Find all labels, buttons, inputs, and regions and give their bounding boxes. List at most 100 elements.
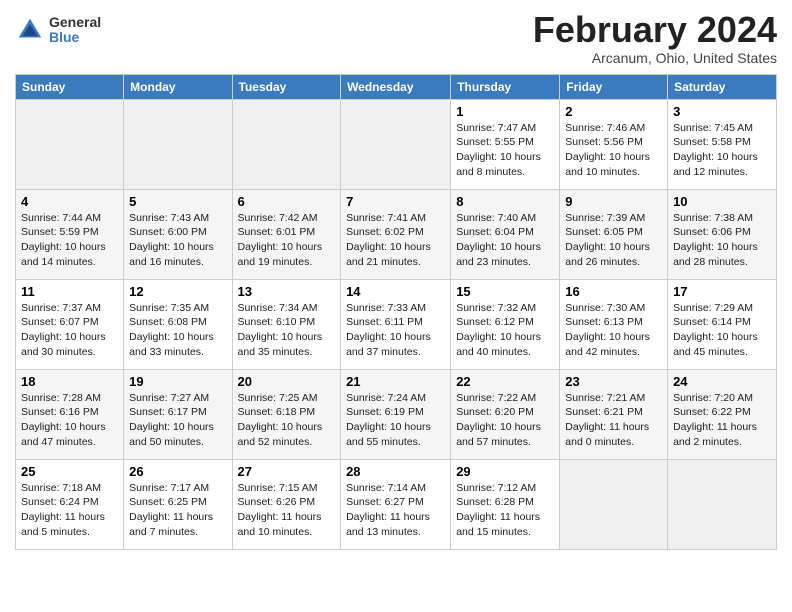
column-header-sunday: Sunday (16, 74, 124, 99)
day-number: 24 (673, 374, 771, 389)
calendar-cell: 1 Sunrise: 7:47 AMSunset: 5:55 PMDaylight… (451, 99, 560, 189)
column-header-saturday: Saturday (668, 74, 777, 99)
day-number: 9 (565, 194, 662, 209)
day-info: Sunrise: 7:40 AMSunset: 6:04 PMDaylight:… (456, 211, 554, 270)
day-number: 25 (21, 464, 118, 479)
day-number: 17 (673, 284, 771, 299)
calendar-cell: 13Sunrise: 7:34 AMSunset: 6:10 PMDayligh… (232, 279, 341, 369)
calendar-cell: 3 Sunrise: 7:45 AMSunset: 5:58 PMDaylight… (668, 99, 777, 189)
calendar-cell: 16 Sunrise: 7:30 AMSunset: 6:13 PMDayligh… (560, 279, 668, 369)
day-number: 22 (456, 374, 554, 389)
calendar-cell (560, 459, 668, 549)
day-number: 18 (21, 374, 118, 389)
location: Arcanum, Ohio, United States (533, 50, 777, 66)
day-number: 20 (238, 374, 336, 389)
calendar-cell: 7Sunrise: 7:41 AMSunset: 6:02 PMDaylight… (341, 189, 451, 279)
calendar-cell: 10Sunrise: 7:38 AMSunset: 6:06 PMDayligh… (668, 189, 777, 279)
day-number: 29 (456, 464, 554, 479)
day-info: Sunrise: 7:24 AMSunset: 6:19 PMDaylight:… (346, 391, 445, 450)
day-info: Sunrise: 7:37 AMSunset: 6:07 PMDaylight:… (21, 301, 118, 360)
day-info: Sunrise: 7:45 AMSunset: 5:58 PMDaylight:… (673, 121, 771, 180)
calendar-cell: 19 Sunrise: 7:27 AMSunset: 6:17 PMDayligh… (124, 369, 232, 459)
calendar-cell: 9 Sunrise: 7:39 AMSunset: 6:05 PMDaylight… (560, 189, 668, 279)
day-info: Sunrise: 7:44 AMSunset: 5:59 PMDaylight:… (21, 211, 118, 270)
day-info: Sunrise: 7:27 AMSunset: 6:17 PMDaylight:… (129, 391, 226, 450)
calendar-cell: 20 Sunrise: 7:25 AMSunset: 6:18 PMDayligh… (232, 369, 341, 459)
day-info: Sunrise: 7:34 AMSunset: 6:10 PMDaylight:… (238, 301, 336, 360)
logo-general-text: General (49, 15, 101, 30)
day-info: Sunrise: 7:28 AMSunset: 6:16 PMDaylight:… (21, 391, 118, 450)
title-block: February 2024 Arcanum, Ohio, United Stat… (533, 10, 777, 66)
calendar-cell: 12Sunrise: 7:35 AMSunset: 6:08 PMDayligh… (124, 279, 232, 369)
day-number: 16 (565, 284, 662, 299)
calendar-cell: 29 Sunrise: 7:12 AMSunset: 6:28 PMDayligh… (451, 459, 560, 549)
day-number: 28 (346, 464, 445, 479)
calendar-cell: 25Sunrise: 7:18 AMSunset: 6:24 PMDayligh… (16, 459, 124, 549)
day-number: 27 (238, 464, 336, 479)
day-info: Sunrise: 7:33 AMSunset: 6:11 PMDaylight:… (346, 301, 445, 360)
calendar-cell (232, 99, 341, 189)
column-header-friday: Friday (560, 74, 668, 99)
day-info: Sunrise: 7:46 AMSunset: 5:56 PMDaylight:… (565, 121, 662, 180)
day-number: 8 (456, 194, 554, 209)
calendar-cell: 11 Sunrise: 7:37 AMSunset: 6:07 PMDayligh… (16, 279, 124, 369)
week-row-5: 25Sunrise: 7:18 AMSunset: 6:24 PMDayligh… (16, 459, 777, 549)
day-info: Sunrise: 7:43 AMSunset: 6:00 PMDaylight:… (129, 211, 226, 270)
day-info: Sunrise: 7:20 AMSunset: 6:22 PMDaylight:… (673, 391, 771, 450)
day-info: Sunrise: 7:22 AMSunset: 6:20 PMDaylight:… (456, 391, 554, 450)
calendar-cell: 5 Sunrise: 7:43 AMSunset: 6:00 PMDaylight… (124, 189, 232, 279)
calendar-table: SundayMondayTuesdayWednesdayThursdayFrid… (15, 74, 777, 550)
column-header-wednesday: Wednesday (341, 74, 451, 99)
column-header-monday: Monday (124, 74, 232, 99)
day-info: Sunrise: 7:32 AMSunset: 6:12 PMDaylight:… (456, 301, 554, 360)
calendar-cell: 23Sunrise: 7:21 AMSunset: 6:21 PMDayligh… (560, 369, 668, 459)
week-row-4: 18 Sunrise: 7:28 AMSunset: 6:16 PMDayligh… (16, 369, 777, 459)
calendar-cell: 27Sunrise: 7:15 AMSunset: 6:26 PMDayligh… (232, 459, 341, 549)
calendar-cell (16, 99, 124, 189)
calendar-cell: 21 Sunrise: 7:24 AMSunset: 6:19 PMDayligh… (341, 369, 451, 459)
column-header-tuesday: Tuesday (232, 74, 341, 99)
day-info: Sunrise: 7:30 AMSunset: 6:13 PMDaylight:… (565, 301, 662, 360)
day-number: 6 (238, 194, 336, 209)
day-number: 19 (129, 374, 226, 389)
day-info: Sunrise: 7:29 AMSunset: 6:14 PMDaylight:… (673, 301, 771, 360)
day-number: 14 (346, 284, 445, 299)
day-info: Sunrise: 7:41 AMSunset: 6:02 PMDaylight:… (346, 211, 445, 270)
logo: General Blue (15, 15, 101, 46)
calendar-cell: 4 Sunrise: 7:44 AMSunset: 5:59 PMDaylight… (16, 189, 124, 279)
day-info: Sunrise: 7:17 AMSunset: 6:25 PMDaylight:… (129, 481, 226, 540)
calendar-cell: 28Sunrise: 7:14 AMSunset: 6:27 PMDayligh… (341, 459, 451, 549)
day-number: 23 (565, 374, 662, 389)
day-number: 1 (456, 104, 554, 119)
day-number: 11 (21, 284, 118, 299)
day-number: 4 (21, 194, 118, 209)
day-number: 15 (456, 284, 554, 299)
calendar-cell: 17 Sunrise: 7:29 AMSunset: 6:14 PMDayligh… (668, 279, 777, 369)
day-number: 21 (346, 374, 445, 389)
calendar-cell (124, 99, 232, 189)
column-header-thursday: Thursday (451, 74, 560, 99)
day-info: Sunrise: 7:39 AMSunset: 6:05 PMDaylight:… (565, 211, 662, 270)
calendar-cell: 26 Sunrise: 7:17 AMSunset: 6:25 PMDayligh… (124, 459, 232, 549)
day-number: 12 (129, 284, 226, 299)
calendar-cell: 24 Sunrise: 7:20 AMSunset: 6:22 PMDayligh… (668, 369, 777, 459)
day-info: Sunrise: 7:12 AMSunset: 6:28 PMDaylight:… (456, 481, 554, 540)
day-info: Sunrise: 7:47 AMSunset: 5:55 PMDaylight:… (456, 121, 554, 180)
page-header: General Blue February 2024 Arcanum, Ohio… (15, 10, 777, 66)
calendar-header-row: SundayMondayTuesdayWednesdayThursdayFrid… (16, 74, 777, 99)
day-info: Sunrise: 7:25 AMSunset: 6:18 PMDaylight:… (238, 391, 336, 450)
calendar-cell: 6Sunrise: 7:42 AMSunset: 6:01 PMDaylight… (232, 189, 341, 279)
day-number: 5 (129, 194, 226, 209)
calendar-cell: 22 Sunrise: 7:22 AMSunset: 6:20 PMDayligh… (451, 369, 560, 459)
day-number: 3 (673, 104, 771, 119)
day-number: 26 (129, 464, 226, 479)
day-number: 2 (565, 104, 662, 119)
week-row-1: 1 Sunrise: 7:47 AMSunset: 5:55 PMDaylight… (16, 99, 777, 189)
calendar-cell (341, 99, 451, 189)
logo-icon (15, 15, 45, 45)
calendar-cell: 15 Sunrise: 7:32 AMSunset: 6:12 PMDayligh… (451, 279, 560, 369)
week-row-2: 4 Sunrise: 7:44 AMSunset: 5:59 PMDaylight… (16, 189, 777, 279)
calendar-cell: 14 Sunrise: 7:33 AMSunset: 6:11 PMDayligh… (341, 279, 451, 369)
logo-blue-text: Blue (49, 30, 101, 45)
calendar-cell (668, 459, 777, 549)
